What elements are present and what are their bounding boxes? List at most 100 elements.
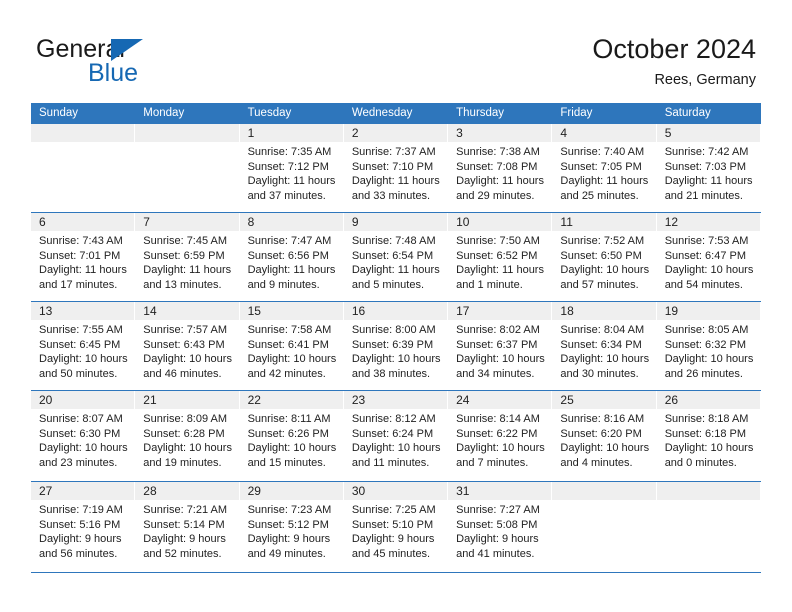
sunrise-text: Sunrise: 8:00 AM [351, 324, 436, 336]
day-cell[interactable]: 17 Sunrise: 8:02 AM Sunset: 6:37 PM Dayl… [448, 302, 553, 390]
day-info: Sunrise: 8:14 AM Sunset: 6:22 PM Dayligh… [448, 409, 551, 470]
daylight-text-line2: and 13 minutes. [143, 278, 222, 291]
day-number-strip: 17 [448, 302, 552, 320]
weekday-header-tuesday: Tuesday [247, 107, 292, 119]
day-info [31, 142, 134, 145]
day-number: 13 [39, 304, 53, 318]
day-cell[interactable]: 11 Sunrise: 7:52 AM Sunset: 6:50 PM Dayl… [552, 213, 657, 301]
page-title: October 2024 [592, 34, 756, 64]
day-number: 14 [143, 304, 157, 318]
sunrise-text: Sunrise: 7:35 AM [247, 146, 332, 158]
day-cell[interactable]: 28 Sunrise: 7:21 AM Sunset: 5:14 PM Dayl… [135, 482, 240, 572]
day-info [135, 142, 238, 145]
day-cell [656, 482, 761, 572]
day-cell[interactable]: 19 Sunrise: 8:05 AM Sunset: 6:32 PM Dayl… [656, 302, 761, 390]
day-cell[interactable]: 13 Sunrise: 7:55 AM Sunset: 6:45 PM Dayl… [31, 302, 136, 390]
day-cell[interactable]: 20 Sunrise: 8:07 AM Sunset: 6:30 PM Dayl… [31, 391, 136, 481]
day-cell[interactable]: 23 Sunrise: 8:12 AM Sunset: 6:24 PM Dayl… [343, 391, 449, 481]
day-cell[interactable]: 31 Sunrise: 7:27 AM Sunset: 5:08 PM Dayl… [448, 482, 553, 572]
daylight-text-line1: Daylight: 10 hours [664, 264, 754, 277]
daylight-text-line2: and 46 minutes. [143, 367, 222, 380]
page-header: General Blue October 2024 Rees, Germany [0, 0, 792, 100]
day-number: 31 [456, 484, 470, 498]
day-cell[interactable]: 10 Sunrise: 7:50 AM Sunset: 6:52 PM Dayl… [448, 213, 553, 301]
week-row: 13 Sunrise: 7:55 AM Sunset: 6:45 PM Dayl… [31, 301, 761, 390]
day-cell[interactable]: 9 Sunrise: 7:48 AM Sunset: 6:54 PM Dayli… [343, 213, 449, 301]
day-number-strip: 20 [31, 391, 135, 409]
day-number: 24 [456, 393, 470, 407]
day-number: 1 [247, 126, 255, 140]
day-cell [31, 124, 136, 212]
sunrise-text: Sunrise: 7:27 AM [456, 504, 540, 516]
day-info: Sunrise: 8:00 AM Sunset: 6:39 PM Dayligh… [344, 320, 447, 381]
sunset-text: Sunset: 7:08 PM [456, 160, 538, 173]
day-cell[interactable]: 12 Sunrise: 7:53 AM Sunset: 6:47 PM Dayl… [656, 213, 761, 301]
day-cell[interactable]: 26 Sunrise: 8:18 AM Sunset: 6:18 PM Dayl… [656, 391, 761, 481]
week-row: 27 Sunrise: 7:19 AM Sunset: 5:16 PM Dayl… [31, 481, 761, 572]
sunrise-text: Sunrise: 7:40 AM [560, 146, 645, 158]
daylight-text-line1: Daylight: 11 hours [39, 264, 127, 277]
day-cell[interactable]: 29 Sunrise: 7:23 AM Sunset: 5:12 PM Dayl… [239, 482, 344, 572]
day-number-strip: 29 [239, 482, 343, 500]
daylight-text-line1: Daylight: 11 hours [143, 264, 232, 277]
day-number: 25 [560, 393, 574, 407]
daylight-text-line2: and 5 minutes. [351, 278, 424, 291]
sunrise-text: Sunrise: 8:16 AM [560, 413, 645, 425]
sunrise-text: Sunrise: 8:12 AM [351, 413, 436, 425]
day-info: Sunrise: 8:16 AM Sunset: 6:20 PM Dayligh… [552, 409, 655, 470]
day-cell[interactable]: 22 Sunrise: 8:11 AM Sunset: 6:26 PM Dayl… [239, 391, 344, 481]
day-number-strip: 24 [448, 391, 552, 409]
day-info: Sunrise: 7:40 AM Sunset: 7:05 PM Dayligh… [552, 142, 655, 203]
day-cell[interactable]: 5 Sunrise: 7:42 AM Sunset: 7:03 PM Dayli… [656, 124, 761, 212]
sunset-text: Sunset: 6:24 PM [351, 427, 434, 440]
sunset-text: Sunset: 6:47 PM [664, 249, 747, 262]
sunrise-text: Sunrise: 7:19 AM [39, 504, 123, 516]
day-cell[interactable]: 14 Sunrise: 7:57 AM Sunset: 6:43 PM Dayl… [135, 302, 240, 390]
day-number: 17 [456, 304, 470, 318]
day-cell[interactable]: 18 Sunrise: 8:04 AM Sunset: 6:34 PM Dayl… [552, 302, 657, 390]
day-number-strip: 16 [343, 302, 448, 320]
day-number-strip: 8 [239, 213, 343, 231]
sunrise-text: Sunrise: 8:09 AM [143, 413, 228, 425]
daylight-text-line1: Daylight: 11 hours [664, 175, 753, 188]
weekday-header-thursday: Thursday [456, 107, 505, 119]
day-cell[interactable]: 30 Sunrise: 7:25 AM Sunset: 5:10 PM Dayl… [343, 482, 449, 572]
day-number-strip: 5 [656, 124, 760, 142]
daylight-text-line2: and 50 minutes. [39, 367, 118, 380]
day-number: 5 [664, 126, 672, 140]
day-number-strip: 12 [656, 213, 760, 231]
sunrise-text: Sunrise: 7:42 AM [664, 146, 749, 158]
day-cell[interactable]: 25 Sunrise: 8:16 AM Sunset: 6:20 PM Dayl… [552, 391, 657, 481]
sunrise-text: Sunrise: 7:43 AM [39, 235, 123, 247]
day-cell[interactable]: 7 Sunrise: 7:45 AM Sunset: 6:59 PM Dayli… [135, 213, 240, 301]
general-blue-logo[interactable]: General Blue [36, 36, 276, 92]
sunrise-text: Sunrise: 7:48 AM [351, 235, 436, 247]
daylight-text-line1: Daylight: 11 hours [247, 175, 336, 188]
daylight-text-line1: Daylight: 10 hours [143, 442, 232, 455]
day-cell[interactable]: 24 Sunrise: 8:14 AM Sunset: 6:22 PM Dayl… [448, 391, 553, 481]
day-cell[interactable]: 2 Sunrise: 7:37 AM Sunset: 7:10 PM Dayli… [343, 124, 449, 212]
sunset-text: Sunset: 6:20 PM [560, 427, 642, 440]
sunrise-text: Sunrise: 7:38 AM [456, 146, 540, 158]
day-cell[interactable]: 4 Sunrise: 7:40 AM Sunset: 7:05 PM Dayli… [552, 124, 657, 212]
week-row: 6 Sunrise: 7:43 AM Sunset: 7:01 PM Dayli… [31, 212, 761, 301]
day-cell[interactable]: 16 Sunrise: 8:00 AM Sunset: 6:39 PM Dayl… [343, 302, 449, 390]
day-number: 29 [247, 484, 261, 498]
day-number-strip: 6 [31, 213, 135, 231]
day-cell[interactable]: 15 Sunrise: 7:58 AM Sunset: 6:41 PM Dayl… [239, 302, 344, 390]
day-number: 23 [351, 393, 366, 407]
day-cell[interactable]: 6 Sunrise: 7:43 AM Sunset: 7:01 PM Dayli… [31, 213, 136, 301]
day-info: Sunrise: 8:18 AM Sunset: 6:18 PM Dayligh… [657, 409, 760, 470]
daylight-text-line2: and 15 minutes. [247, 456, 326, 469]
day-cell[interactable]: 3 Sunrise: 7:38 AM Sunset: 7:08 PM Dayli… [448, 124, 553, 212]
day-cell[interactable]: 27 Sunrise: 7:19 AM Sunset: 5:16 PM Dayl… [31, 482, 136, 572]
day-number-strip: 1 [239, 124, 343, 142]
sunset-text: Sunset: 6:37 PM [456, 338, 538, 351]
day-cell[interactable]: 8 Sunrise: 7:47 AM Sunset: 6:56 PM Dayli… [239, 213, 344, 301]
day-info: Sunrise: 7:45 AM Sunset: 6:59 PM Dayligh… [135, 231, 238, 292]
day-cell[interactable]: 21 Sunrise: 8:09 AM Sunset: 6:28 PM Dayl… [135, 391, 240, 481]
day-number-strip: 19 [656, 302, 760, 320]
day-cell[interactable]: 1 Sunrise: 7:35 AM Sunset: 7:12 PM Dayli… [239, 124, 344, 212]
sunrise-text: Sunrise: 8:04 AM [560, 324, 645, 336]
week-row: 1 Sunrise: 7:35 AM Sunset: 7:12 PM Dayli… [31, 124, 761, 212]
